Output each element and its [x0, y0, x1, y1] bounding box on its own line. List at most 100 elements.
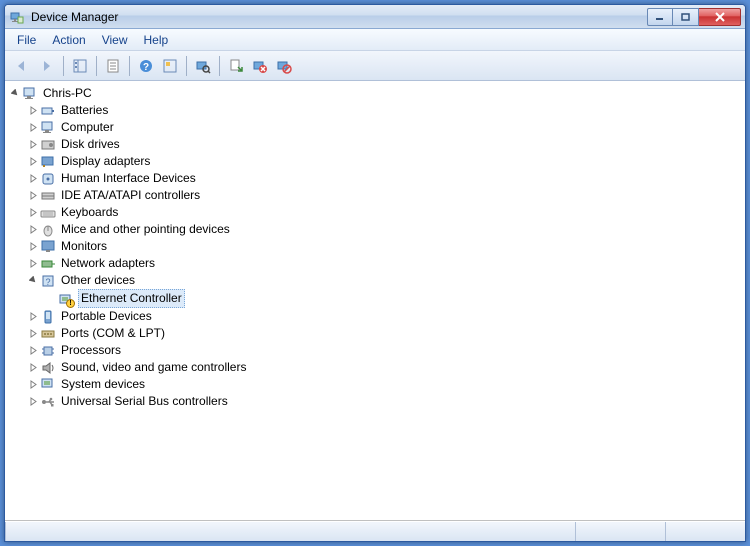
expand-icon[interactable]: [27, 241, 39, 253]
back-button[interactable]: [11, 54, 35, 78]
category-icon: [40, 222, 56, 238]
category-node[interactable]: Mice and other pointing devices: [25, 221, 743, 238]
category-label: Network adapters: [60, 255, 156, 272]
category-node[interactable]: Processors: [25, 342, 743, 359]
unknown-device-icon: !: [58, 291, 74, 307]
app-icon: [9, 9, 25, 25]
category-icon: [40, 137, 56, 153]
expand-icon[interactable]: [27, 105, 39, 117]
statusbar: [5, 521, 745, 541]
expand-icon[interactable]: [27, 258, 39, 270]
properties-button[interactable]: [101, 54, 125, 78]
menu-action[interactable]: Action: [44, 31, 93, 49]
category-icon: [40, 256, 56, 272]
expand-icon[interactable]: [27, 139, 39, 151]
status-segment: [575, 522, 665, 541]
expand-icon[interactable]: [27, 328, 39, 340]
category-label: Processors: [60, 342, 122, 359]
category-node[interactable]: Monitors: [25, 238, 743, 255]
expand-icon[interactable]: [27, 345, 39, 357]
expand-icon[interactable]: [27, 362, 39, 374]
category-node[interactable]: IDE ATA/ATAPI controllers: [25, 187, 743, 204]
category-node[interactable]: Portable Devices: [25, 308, 743, 325]
category-node[interactable]: Keyboards: [25, 204, 743, 221]
category-label: Batteries: [60, 102, 109, 119]
computer-icon: [22, 86, 38, 102]
category-node[interactable]: Computer: [25, 119, 743, 136]
status-segment: [5, 522, 575, 541]
device-tree: Chris-PC BatteriesComputerDisk drivesDis…: [7, 85, 743, 410]
category-label: Portable Devices: [60, 308, 153, 325]
category-node[interactable]: Sound, video and game controllers: [25, 359, 743, 376]
maximize-button[interactable]: [673, 8, 699, 26]
category-icon: [40, 343, 56, 359]
uninstall-button[interactable]: [248, 54, 272, 78]
scan-hardware-button[interactable]: [191, 54, 215, 78]
category-icon: [40, 394, 56, 410]
close-button[interactable]: [699, 8, 741, 26]
window-title: Device Manager: [31, 10, 647, 24]
category-label: Disk drives: [60, 136, 121, 153]
category-icon: [40, 171, 56, 187]
spacer: [45, 293, 57, 305]
expand-icon[interactable]: [27, 311, 39, 323]
category-icon: [40, 377, 56, 393]
disable-button[interactable]: [272, 54, 296, 78]
category-label: IDE ATA/ATAPI controllers: [60, 187, 201, 204]
category-node[interactable]: Universal Serial Bus controllers: [25, 393, 743, 410]
category-node[interactable]: ?Other devices: [25, 272, 743, 289]
category-icon: ?: [40, 273, 56, 289]
category-icon: [40, 154, 56, 170]
toolbar: ?: [5, 51, 745, 81]
menu-view[interactable]: View: [94, 31, 136, 49]
category-node[interactable]: System devices: [25, 376, 743, 393]
category-label: Display adapters: [60, 153, 151, 170]
update-driver-button[interactable]: [224, 54, 248, 78]
device-tree-panel[interactable]: Chris-PC BatteriesComputerDisk drivesDis…: [5, 81, 745, 521]
category-label: Computer: [60, 119, 115, 136]
separator: [63, 56, 64, 76]
show-hide-tree-button[interactable]: [68, 54, 92, 78]
minimize-button[interactable]: [647, 8, 673, 26]
forward-button[interactable]: [35, 54, 59, 78]
expand-icon[interactable]: [27, 122, 39, 134]
expand-icon[interactable]: [27, 396, 39, 408]
collapse-icon[interactable]: [27, 275, 39, 287]
category-label: Human Interface Devices: [60, 170, 197, 187]
device-node-selected[interactable]: !Ethernet Controller: [43, 289, 743, 308]
root-label: Chris-PC: [42, 85, 93, 102]
category-label: Mice and other pointing devices: [60, 221, 231, 238]
titlebar[interactable]: Device Manager: [5, 5, 745, 29]
category-label: System devices: [60, 376, 146, 393]
expand-icon[interactable]: [27, 156, 39, 168]
category-icon: [40, 239, 56, 255]
category-label: Universal Serial Bus controllers: [60, 393, 229, 410]
collapse-icon[interactable]: [9, 88, 21, 100]
category-node[interactable]: Human Interface Devices: [25, 170, 743, 187]
action-toolbar-button[interactable]: [158, 54, 182, 78]
window-buttons: [647, 8, 741, 26]
category-label: Ports (COM & LPT): [60, 325, 166, 342]
expand-icon[interactable]: [27, 207, 39, 219]
device-manager-window: Device Manager File Action View Help: [4, 4, 746, 542]
category-label: Sound, video and game controllers: [60, 359, 247, 376]
category-node[interactable]: Ports (COM & LPT): [25, 325, 743, 342]
expand-icon[interactable]: [27, 224, 39, 236]
help-button[interactable]: ?: [134, 54, 158, 78]
category-node[interactable]: Disk drives: [25, 136, 743, 153]
tree-root-node[interactable]: Chris-PC: [7, 85, 743, 102]
svg-text:?: ?: [45, 277, 50, 287]
category-icon: [40, 188, 56, 204]
category-node[interactable]: Batteries: [25, 102, 743, 119]
category-icon: [40, 205, 56, 221]
expand-icon[interactable]: [27, 379, 39, 391]
expand-icon[interactable]: [27, 173, 39, 185]
menu-file[interactable]: File: [9, 31, 44, 49]
category-icon: [40, 326, 56, 342]
separator: [219, 56, 220, 76]
expand-icon[interactable]: [27, 190, 39, 202]
menu-help[interactable]: Help: [136, 31, 177, 49]
category-icon: [40, 309, 56, 325]
category-node[interactable]: Display adapters: [25, 153, 743, 170]
category-node[interactable]: Network adapters: [25, 255, 743, 272]
